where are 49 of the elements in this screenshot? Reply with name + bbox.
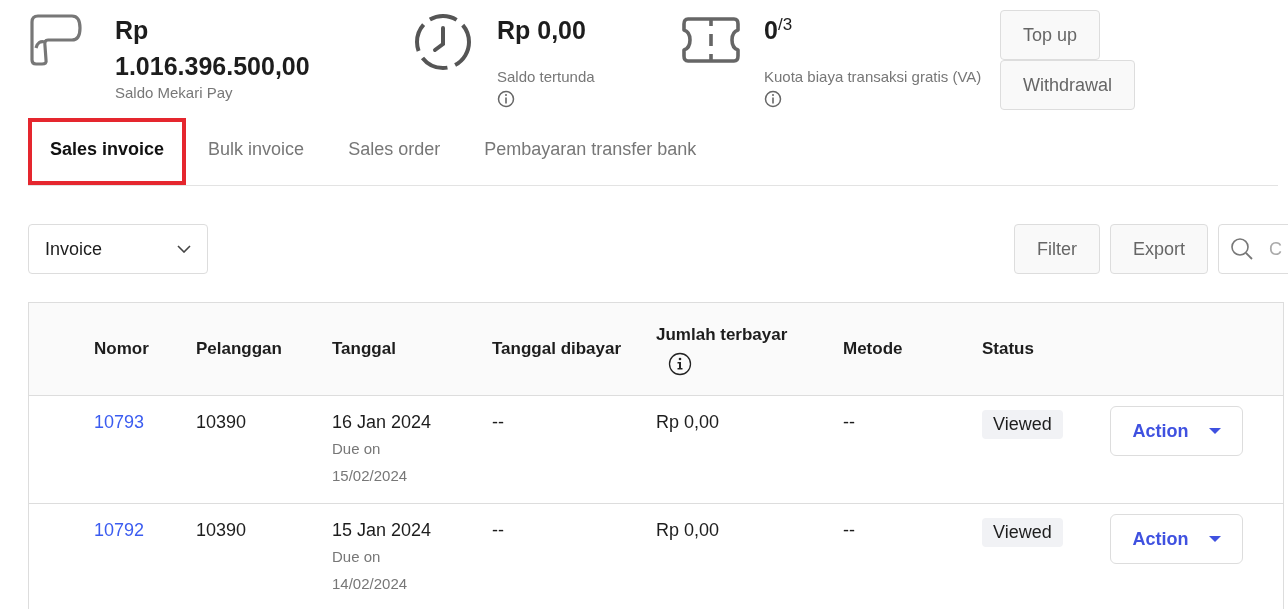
search-icon [1230,237,1254,261]
search-field[interactable]: C [1218,224,1288,274]
balance-amount: Rp 1.016.396.500,00 [115,15,311,82]
column-header: Tanggal [332,338,396,360]
balance-label: Saldo tertunda [497,68,595,85]
table-cell: 10390 [196,412,247,432]
column-header: Metode [843,338,903,360]
due-date: 14/02/2024 [332,574,408,594]
tab[interactable]: Bulk invoice [186,118,327,185]
balance-label: Kuota biaya transaksi gratis (VA) [764,68,982,85]
type-select[interactable]: Invoice [28,224,208,274]
balance-label: Saldo Mekari Pay [115,84,233,101]
balance-amount: Rp 0,00 [497,15,586,46]
table-cell: -- [843,412,855,432]
column-header: Tanggal dibayar [492,338,622,360]
table-cell: -- [843,520,855,540]
column-header: Pelanggan [196,338,282,360]
clock-icon [413,12,473,72]
invoice-number-link[interactable]: 10792 [94,520,145,540]
table-cell: 15 Jan 2024 [332,520,432,541]
action-button[interactable]: Action [1110,514,1243,564]
column-header: Nomor [94,338,149,360]
ticket-icon [680,16,742,64]
table-cell: 16 Jan 2024 [332,412,432,433]
toolbar-button[interactable]: Export [1109,224,1208,274]
column-header: Status [982,338,1034,360]
status-badge: Viewed [982,410,1063,439]
table-cell: 10390 [196,520,247,540]
status-badge: Viewed [982,518,1063,547]
due-date: 15/02/2024 [332,466,408,486]
column-header: Jumlah terbayar [656,324,788,346]
table-cell: -- [492,520,504,540]
due-label: Due on [332,547,381,567]
table-cell: Rp 0,00 [656,412,720,432]
action-button[interactable]: Action [1110,406,1243,456]
wallet-action-button[interactable]: Top up [1000,10,1101,60]
tab[interactable]: Sales invoice [28,118,187,185]
chevron-down-icon [177,245,191,253]
table-cell: -- [492,412,504,432]
tab[interactable]: Sales order [326,118,463,185]
caret-icon [1208,536,1221,542]
due-label: Due on [332,439,381,459]
info-icon[interactable] [668,352,692,376]
wallet-action-button[interactable]: Withdrawal [1000,60,1136,110]
table-cell: Rp 0,00 [656,520,720,540]
toolbar-button[interactable]: Filter [1013,224,1100,274]
tab[interactable]: Pembayaran transfer bank [462,118,719,185]
caret-icon [1208,428,1221,434]
invoice-number-link[interactable]: 10793 [94,412,145,432]
